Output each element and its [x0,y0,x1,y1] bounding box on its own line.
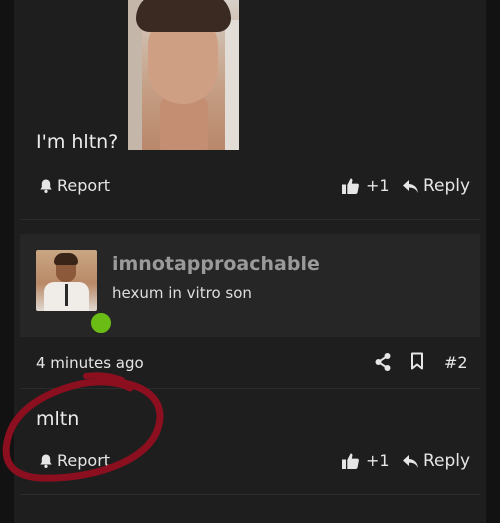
app-screen: I'm hltn? Report +1 Reply imnotapproacha… [0,0,500,523]
thumbs-up-icon [342,453,359,469]
like-count: +1 [366,176,390,195]
report-button[interactable]: Report [38,451,110,470]
post-1-action-row: Report +1 Reply [36,176,470,202]
like-button[interactable]: +1 [341,176,390,195]
report-label: Report [57,451,111,470]
report-label: Report [57,176,111,195]
thumbs-up-icon [342,178,359,194]
post-2-action-row: Report +1 Reply [36,451,470,477]
reply-label: Reply [423,451,471,471]
avatar[interactable] [36,250,114,336]
author-username[interactable]: imnotapproachable [112,253,320,275]
share-icon [375,353,391,371]
bookmark-button[interactable] [410,352,424,374]
post-2-meta-row: 4 minutes ago #2 [36,351,468,376]
like-count: +1 [366,451,390,470]
report-button[interactable]: Report [38,176,110,195]
post-1-body-text: I'm hltn? [36,131,119,153]
bell-icon [40,179,52,193]
online-status-dot [88,310,114,336]
post-image-photo[interactable] [128,0,239,150]
share-button[interactable] [374,352,392,376]
post-2-body-text: mltn [36,408,80,430]
card-pointer [54,325,74,337]
reply-button[interactable]: Reply [402,176,470,196]
divider [20,219,480,220]
divider [20,388,480,389]
bookmark-icon [411,352,423,370]
post-number-link[interactable]: #2 [444,353,468,372]
post-timestamp[interactable]: 4 minutes ago [36,354,144,372]
reply-label: Reply [423,176,471,196]
divider [20,494,480,495]
author-tagline: hexum in vitro son [112,284,252,302]
reply-arrow-icon [403,454,418,468]
reply-arrow-icon [403,179,418,193]
bell-icon [40,454,52,468]
author-card: imnotapproachable hexum in vitro son [20,234,480,337]
reply-button[interactable]: Reply [402,451,470,471]
like-button[interactable]: +1 [341,451,390,470]
